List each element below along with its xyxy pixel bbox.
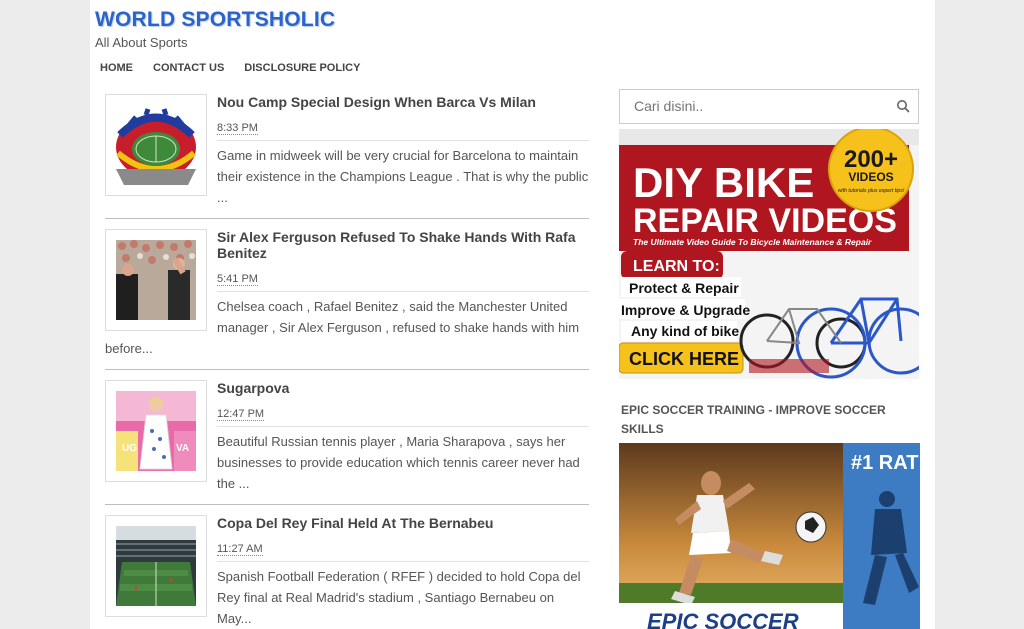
nav-contact-us[interactable]: CONTACT US bbox=[153, 62, 224, 74]
site-title[interactable]: WORLD SPORTSHOLIC bbox=[95, 8, 335, 32]
ad-tagline: The Ultimate Video Guide To Bicycle Main… bbox=[633, 237, 872, 247]
post-title[interactable]: Copa Del Rey Final Held At The Bernabeu bbox=[217, 515, 589, 531]
post-divider bbox=[217, 561, 589, 562]
post-item: Nou Camp Special Design When Barca Vs Mi… bbox=[105, 94, 589, 219]
search-box bbox=[619, 89, 919, 124]
ad-badge-count: 200+ bbox=[844, 146, 898, 173]
nav-disclosure-policy[interactable]: DISCLOSURE POLICY bbox=[244, 62, 360, 74]
ad-line1: DIY BIKE bbox=[633, 159, 814, 206]
nav-home[interactable]: HOME bbox=[100, 62, 133, 74]
ad-badge-videos: VIDEOS bbox=[848, 170, 893, 184]
search-icon[interactable] bbox=[896, 99, 910, 113]
soccer-rank: #1 RAT bbox=[851, 452, 918, 474]
post-item: Sir Alex Ferguson Refused To Shake Hands… bbox=[105, 229, 589, 370]
post-timestamp[interactable]: 5:41 PM bbox=[217, 273, 258, 286]
search-input[interactable] bbox=[634, 98, 884, 114]
post-snippet: Spanish Football Federation ( RFEF ) dec… bbox=[217, 569, 581, 626]
main-nav: HOME CONTACT US DISCLOSURE POLICY bbox=[100, 62, 360, 74]
bike-repair-ad[interactable]: DIY BIKE REPAIR VIDEOS The Ultimate Vide… bbox=[619, 129, 919, 379]
soccer-brand: EPIC SOCCER bbox=[647, 609, 799, 629]
page: WORLD SPORTSHOLIC All About Sports HOME … bbox=[90, 0, 935, 629]
post-divider bbox=[217, 140, 589, 141]
post-title[interactable]: Nou Camp Special Design When Barca Vs Mi… bbox=[217, 94, 589, 110]
post-item: UG VA Sugarpova 12:47 PM Beautiful Russi… bbox=[105, 380, 589, 505]
post-item: Copa Del Rey Final Held At The Bernabeu … bbox=[105, 515, 589, 629]
epic-soccer-ad[interactable]: #1 RAT EPIC SOCCER bbox=[619, 443, 920, 629]
post-title[interactable]: Sugarpova bbox=[217, 380, 589, 396]
post-timestamp[interactable]: 11:27 AM bbox=[217, 543, 263, 556]
site-description: All About Sports bbox=[95, 35, 188, 50]
widget-title-soccer: EPIC SOCCER TRAINING - IMPROVE SOCCER SK… bbox=[621, 403, 886, 436]
post-snippet: Game in midweek will be very crucial for… bbox=[217, 148, 589, 205]
post-snippet: Beautiful Russian tennis player , Maria … bbox=[217, 434, 580, 491]
ad-item-any: Any kind of bike bbox=[631, 323, 739, 339]
post-snippet: Chelsea coach , Rafael Benitez , said th… bbox=[105, 299, 580, 356]
ad-item-improve: Improve & Upgrade bbox=[621, 302, 750, 318]
post-title[interactable]: Sir Alex Ferguson Refused To Shake Hands… bbox=[217, 229, 589, 261]
post-divider bbox=[217, 426, 589, 427]
ad-badge-note: with tutorials plus expert tips! bbox=[838, 188, 905, 194]
ad-learn: LEARN TO: bbox=[633, 258, 720, 275]
post-divider bbox=[217, 291, 589, 292]
post-timestamp[interactable]: 8:33 PM bbox=[217, 122, 258, 135]
bike-repair-ad-image: DIY BIKE REPAIR VIDEOS The Ultimate Vide… bbox=[619, 129, 919, 379]
ad-cta: CLICK HERE bbox=[629, 349, 739, 369]
ad-item-protect: Protect & Repair bbox=[629, 280, 739, 296]
soccer-ad-image: #1 RAT EPIC SOCCER bbox=[619, 443, 920, 629]
post-timestamp[interactable]: 12:47 PM bbox=[217, 408, 265, 421]
